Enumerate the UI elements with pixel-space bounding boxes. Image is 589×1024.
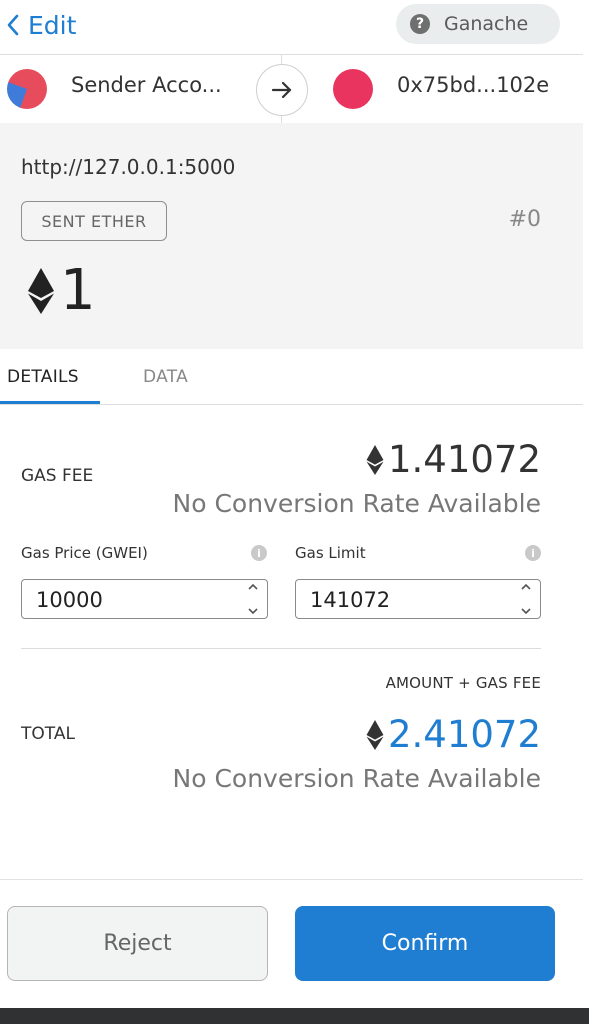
network-selector[interactable]: ? Ganache [396, 4, 560, 44]
gas-limit-stepper[interactable] [516, 583, 536, 615]
sender-recipient-row: Sender Acco... 0x75bd...102e [0, 54, 583, 124]
amount-row: 1 [28, 263, 96, 319]
action-badge: SENT ETHER [21, 201, 167, 241]
gas-fee-conversion: No Conversion Rate Available [172, 489, 541, 518]
bottom-bar [0, 1008, 589, 1024]
transaction-confirm-panel: Edit ? Ganache Sender Acco... 0x75bd...1… [0, 0, 583, 1008]
section-divider [21, 648, 541, 649]
info-icon[interactable]: i [251, 545, 267, 561]
total-amount-row: 2.41072 [366, 713, 541, 756]
gas-price-label: Gas Price (GWEI) [21, 544, 148, 562]
chevron-up-icon[interactable] [247, 583, 259, 591]
recipient-address[interactable]: 0x75bd...102e [397, 73, 549, 97]
active-tab-indicator [0, 401, 100, 404]
gas-limit-input[interactable]: 141072 [295, 579, 541, 619]
ether-icon [28, 268, 54, 314]
gas-fee-label: GAS FEE [21, 466, 94, 486]
question-icon: ? [410, 14, 430, 34]
send-amount: 1 [60, 258, 96, 323]
gas-price-value: 10000 [36, 588, 103, 612]
info-icon[interactable]: i [525, 545, 541, 561]
total-label: TOTAL [21, 724, 75, 744]
chevron-down-icon[interactable] [520, 607, 532, 615]
window-edge [583, 0, 589, 1024]
header: Edit ? Ganache [0, 0, 583, 54]
tab-details[interactable]: DETAILS [7, 367, 79, 387]
chevron-up-icon[interactable] [520, 583, 532, 591]
arrow-circle [256, 64, 308, 116]
total-amount: 2.41072 [387, 713, 541, 756]
recipient-avatar [333, 69, 373, 109]
gas-price-input[interactable]: 10000 [21, 579, 268, 619]
edit-label: Edit [28, 10, 77, 40]
amount-plus-gas-label: AMOUNT + GAS FEE [385, 674, 541, 692]
gas-limit-label: Gas Limit [295, 544, 366, 562]
ether-icon [366, 444, 384, 475]
gas-limit-value: 141072 [310, 588, 391, 612]
origin-url: http://127.0.0.1:5000 [21, 155, 236, 179]
chevron-left-icon [7, 14, 19, 36]
transaction-summary: http://127.0.0.1:5000 SENT ETHER #0 1 [0, 123, 583, 349]
sender-account-name[interactable]: Sender Acco... [71, 73, 222, 97]
reject-button[interactable]: Reject [7, 906, 268, 981]
gas-price-stepper[interactable] [243, 583, 263, 615]
network-name: Ganache [444, 13, 529, 35]
sender-avatar [7, 69, 47, 109]
arrow-right-icon [271, 81, 292, 99]
edit-back-link[interactable]: Edit [6, 8, 76, 42]
confirm-button[interactable]: Confirm [295, 906, 555, 981]
ether-icon [366, 719, 384, 750]
gas-fee-amount-row: 1.41072 [366, 438, 541, 481]
total-conversion: No Conversion Rate Available [172, 764, 541, 793]
footer-divider [0, 879, 583, 880]
chevron-down-icon[interactable] [247, 607, 259, 615]
tab-data[interactable]: DATA [143, 367, 188, 387]
nonce: #0 [508, 207, 541, 232]
tab-bar: DETAILS DATA [0, 349, 583, 405]
gas-fee-amount: 1.41072 [387, 438, 541, 481]
